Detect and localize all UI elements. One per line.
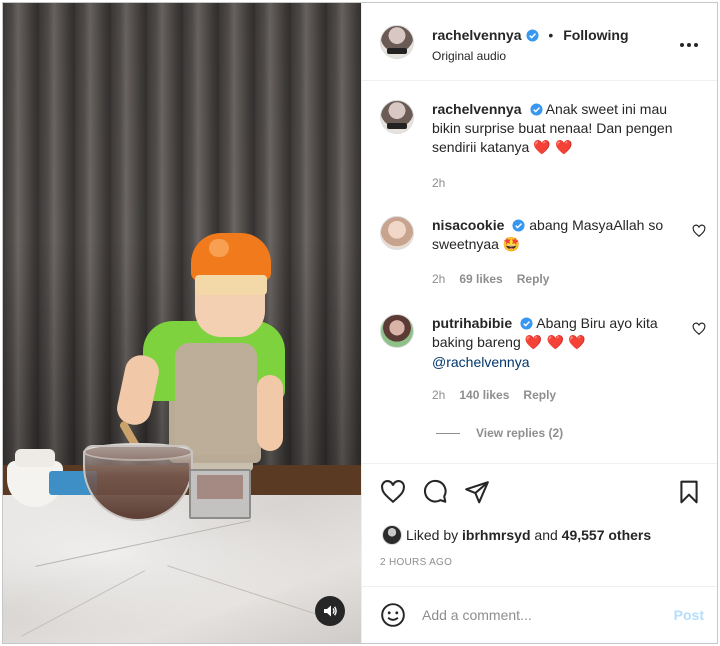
commenter-avatar[interactable] [380, 216, 414, 250]
comment-time: 2h [432, 388, 446, 402]
caption-body: rachelvennya Anak sweet ini mau bikin su… [432, 100, 682, 158]
separator-dot: • [548, 27, 554, 43]
author-line: rachelvennya • Following [432, 27, 629, 43]
reply-button[interactable]: Reply [523, 388, 556, 402]
tissue [15, 449, 55, 467]
comment-body: putrihabibie Abang Biru ayo kita baking … [432, 314, 682, 372]
bookmark-icon[interactable] [676, 479, 702, 505]
heart-icon[interactable] [380, 479, 406, 505]
share-icon[interactable] [464, 479, 490, 505]
comment-body: nisacookie abang MasyaAllah so sweetnyaa… [432, 216, 682, 255]
heart-emoji: ❤️ ❤️ ❤️ [524, 335, 586, 351]
verified-badge-icon [520, 317, 533, 330]
star-struck-emoji: 🤩 [502, 237, 521, 253]
caption-time: 2h [432, 176, 446, 190]
comment-meta: 2h 140 likes Reply [432, 388, 556, 402]
post-header: rachelvennya • Following Original audio [362, 3, 717, 81]
baking-tray-content [197, 475, 243, 499]
post-timestamp[interactable]: 2 HOURS AGO [380, 557, 452, 568]
liker-username[interactable]: ibrhmrsyd [462, 527, 530, 543]
likes-summary: Liked by ibrhmrsyd and 49,557 others [382, 525, 652, 545]
liker-avatar[interactable] [382, 525, 402, 545]
add-comment-bar: Post [362, 588, 717, 643]
comments-list[interactable]: rachelvennya Anak sweet ini mau bikin su… [362, 82, 717, 464]
reply-button[interactable]: Reply [517, 272, 550, 286]
comment-like-heart-icon[interactable] [692, 224, 706, 238]
chef-hat-band [195, 275, 267, 295]
author-avatar[interactable] [380, 25, 414, 59]
chef-hat [191, 233, 271, 281]
verified-badge-icon [525, 29, 539, 42]
post-button[interactable]: Post [674, 607, 704, 623]
post-side-panel: rachelvennya • Following Original audio … [361, 3, 717, 643]
comment-time: 2h [432, 272, 446, 286]
author-username[interactable]: rachelvennya [432, 27, 522, 43]
commenter-avatar[interactable] [380, 314, 414, 348]
likes-prefix: Liked by [406, 527, 459, 543]
verified-badge-icon [529, 103, 543, 116]
mention-link[interactable]: @rachelvennya [432, 354, 530, 370]
heart-emoji: ❤️ ❤️ [533, 140, 573, 156]
comment-likes[interactable]: 140 likes [459, 388, 509, 402]
post-video[interactable] [3, 3, 361, 643]
following-button[interactable]: Following [563, 27, 628, 43]
comment-icon[interactable] [422, 479, 448, 505]
comment-input[interactable] [422, 604, 652, 626]
view-replies-button[interactable]: View replies (2) [438, 426, 563, 440]
comment-username[interactable]: putrihabibie [432, 315, 512, 331]
chef-hat-shine [209, 239, 229, 257]
likes-count[interactable]: 49,557 others [562, 527, 652, 543]
verified-badge-icon [512, 219, 525, 232]
child-arm-right [257, 375, 283, 451]
apron [175, 343, 257, 455]
post-dialog: rachelvennya • Following Original audio … [2, 2, 718, 644]
caption-avatar[interactable] [380, 100, 414, 134]
caption-username[interactable]: rachelvennya [432, 101, 522, 117]
original-audio-link[interactable]: Original audio [432, 49, 506, 63]
more-options-icon[interactable] [680, 34, 702, 47]
emoji-icon[interactable] [380, 602, 406, 628]
comment-username[interactable]: nisacookie [432, 217, 504, 233]
comment-likes[interactable]: 69 likes [459, 272, 502, 286]
likes-conjunction: and [534, 527, 558, 543]
comment-like-heart-icon[interactable] [692, 322, 706, 336]
post-actions: Liked by ibrhmrsyd and 49,557 others 2 H… [362, 465, 717, 587]
sound-on-icon[interactable] [315, 596, 345, 626]
comment-meta: 2h 69 likes Reply [432, 272, 549, 286]
